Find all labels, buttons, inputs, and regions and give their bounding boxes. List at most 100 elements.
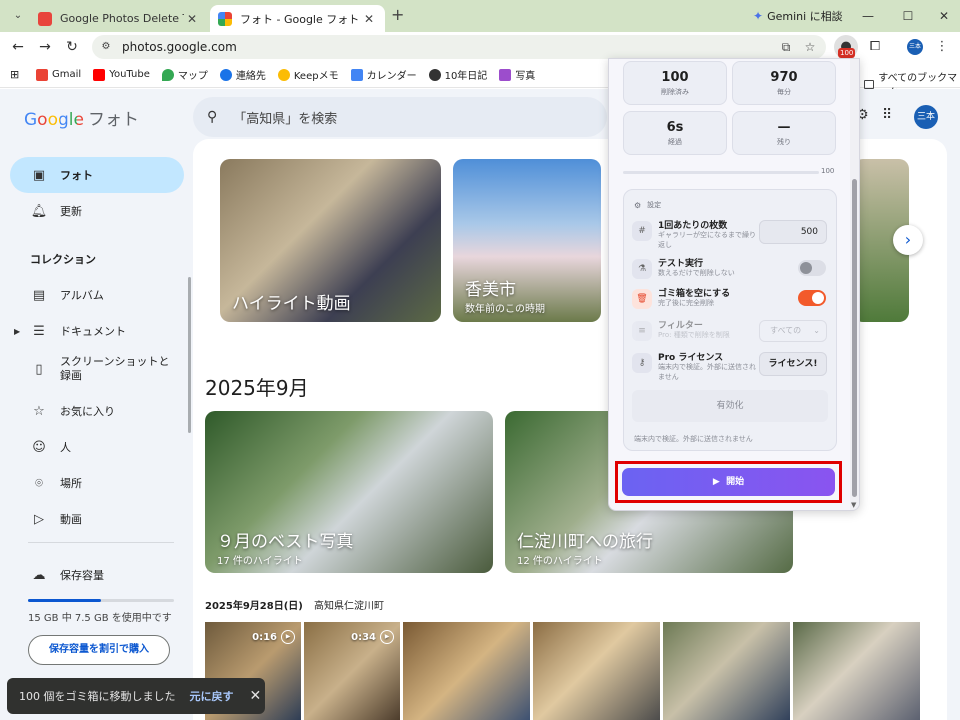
tab-title: フォト - Google フォト xyxy=(240,12,360,26)
new-tab-button[interactable]: + xyxy=(391,7,407,23)
close-icon[interactable]: ✕ xyxy=(250,688,262,704)
bookmark-photos[interactable]: 写真 xyxy=(499,67,535,82)
setting-empty-trash: 🗑︎ ゴミ箱を空にする 完了後に完全削除 xyxy=(632,286,832,320)
maximize-icon[interactable]: ☐ xyxy=(898,6,918,26)
hash-icon: # xyxy=(632,221,652,241)
photo-thumbnail[interactable] xyxy=(403,622,530,720)
carousel-next-arrow-icon[interactable]: › xyxy=(893,225,923,255)
url-text[interactable]: photos.google.com xyxy=(122,40,237,54)
tab-delete-tool[interactable]: Google Photos Delete Tool - Ch ✕ xyxy=(30,5,208,32)
sidebar-item-storage[interactable]: ☁ 保存容量 xyxy=(10,557,184,593)
folder-icon xyxy=(864,79,875,89)
browser-menu-icon[interactable]: ⋮ xyxy=(930,35,954,59)
sidebar-item-videos[interactable]: ▷ 動画 xyxy=(10,501,184,537)
stat-value: 100 xyxy=(661,70,689,85)
photo-thumbnail[interactable] xyxy=(663,622,790,720)
tab-close-icon[interactable]: ✕ xyxy=(184,12,200,26)
trash-icon: 🗑︎ xyxy=(632,289,652,309)
sidebar-label: お気に入り xyxy=(60,405,115,418)
filter-select-value: すべての xyxy=(770,326,802,335)
stat-label: 残り xyxy=(777,138,791,146)
scroll-down-arrow-icon[interactable]: ▼ xyxy=(851,501,856,509)
sidebar-item-favorites[interactable]: ☆ お気に入り xyxy=(10,393,184,429)
bookmark-contacts[interactable]: 連絡先 xyxy=(219,67,266,82)
sidebar-label: 更新 xyxy=(60,205,82,218)
extension-badge: 100 xyxy=(838,48,856,58)
filter-select[interactable]: すべての ⌄ xyxy=(759,320,827,342)
memory-card-label: 仁淀川町への旅行 12 件のハイライト xyxy=(517,527,653,567)
sidebar-item-updates[interactable]: 🔔︎ 更新 xyxy=(10,193,184,229)
buy-storage-button[interactable]: 保存容量を割引で購入 xyxy=(28,635,170,665)
popup-scrollbar-thumb[interactable] xyxy=(852,179,857,497)
photo-thumbnail[interactable] xyxy=(533,622,660,720)
bookmark-keep[interactable]: Keepメモ xyxy=(277,67,339,82)
search-placeholder[interactable]: 「高知県」を検索 xyxy=(233,108,337,127)
memory-card-best[interactable]: ９月のベスト写真 17 件のハイライト xyxy=(205,411,493,573)
date-text: 2025年9月28日(日) xyxy=(205,601,303,612)
bookmark-star-icon[interactable]: ☆ xyxy=(802,39,818,55)
extensions-menu-icon[interactable]: ⧠ xyxy=(863,35,887,59)
reload-icon[interactable]: ↻ xyxy=(61,36,83,58)
toggle-knob xyxy=(812,292,824,304)
expand-arrow-icon[interactable]: ▶ xyxy=(14,327,20,336)
sidebar-item-places[interactable]: ⌾ 場所 xyxy=(10,465,184,501)
tab-search-icon[interactable]: ⌄ xyxy=(8,6,28,26)
profile-avatar[interactable]: 三本 xyxy=(907,39,923,55)
back-arrow-icon[interactable]: ← xyxy=(7,36,29,58)
settings-heading-text: 設定 xyxy=(647,201,662,209)
bookmark-youtube[interactable]: YouTube xyxy=(93,68,150,81)
undo-button[interactable]: 元に戻す xyxy=(190,688,234,704)
bookmark-maps[interactable]: マップ xyxy=(161,67,208,82)
photo-thumbnail[interactable]: 0:34 ▶ xyxy=(304,622,400,720)
batch-size-input[interactable]: 500 xyxy=(759,220,827,244)
memory-card-kami[interactable]: 香美市 数年前のこの時期 xyxy=(453,159,601,322)
setting-dry-run: ⚗ テスト実行 数えるだけで削除しない xyxy=(632,256,832,290)
close-window-icon[interactable]: ✕ xyxy=(934,6,954,26)
bookmark-label: カレンダー xyxy=(366,71,417,82)
apps-grid-icon[interactable]: ⠿ xyxy=(882,107,892,123)
face-icon: ☺ xyxy=(32,439,46,455)
gear-icon: ⚙ xyxy=(634,200,642,210)
start-button[interactable]: ▶ 開始 xyxy=(622,468,835,496)
sidebar-scrollbar[interactable] xyxy=(188,277,191,433)
sidebar-item-documents[interactable]: ▶ ☰ ドキュメント xyxy=(10,313,184,349)
tab-google-photos[interactable]: フォト - Google フォト ✕ xyxy=(210,5,385,32)
site-info-icon[interactable]: ⚙ xyxy=(98,39,114,55)
card-title: 香美市 xyxy=(465,280,516,300)
photo-thumbnail[interactable] xyxy=(793,622,920,720)
sidebar-item-albums[interactable]: ▤ アルバム xyxy=(10,277,184,313)
sidebar-label: 場所 xyxy=(60,477,82,490)
install-app-icon[interactable]: ⧉ xyxy=(778,39,794,55)
stat-label: 経過 xyxy=(668,138,682,146)
license-input[interactable]: ライセンス! xyxy=(759,352,827,376)
stat-per-minute: 970 毎分 xyxy=(732,61,836,105)
tab-close-icon[interactable]: ✕ xyxy=(361,12,377,26)
account-avatar[interactable]: 三本 xyxy=(914,105,938,129)
stat-deleted: 100 削除済み xyxy=(623,61,727,105)
play-icon: ▶ xyxy=(380,630,394,644)
search-icon[interactable]: ⚲ xyxy=(207,109,217,125)
forward-arrow-icon[interactable]: → xyxy=(34,36,56,58)
address-bar[interactable]: ⚙ photos.google.com ⧉ ☆ xyxy=(92,35,826,59)
search-bar[interactable]: ⚲ 「高知県」を検索 xyxy=(193,97,607,137)
apps-grid-icon[interactable]: ⊞ xyxy=(10,68,22,81)
activate-button[interactable]: 有効化 xyxy=(632,390,828,422)
setting-subtitle: ギャラリーが空になるまで繰り返し xyxy=(658,231,756,249)
bookmark-diary[interactable]: 10年日記 xyxy=(428,67,487,82)
bookmark-gmail[interactable]: Gmail xyxy=(36,68,81,81)
sidebar-item-people[interactable]: ☺ 人 xyxy=(10,429,184,465)
empty-trash-toggle[interactable] xyxy=(798,290,826,306)
sidebar-item-photos[interactable]: ▣ フォト xyxy=(10,157,184,193)
gemini-button[interactable]: ✦ Gemini に相談 xyxy=(753,6,843,26)
phone-screenshot-icon: ▯ xyxy=(35,361,43,377)
minimize-icon[interactable]: — xyxy=(858,6,878,26)
bookmark-calendar[interactable]: カレンダー xyxy=(350,67,417,82)
sidebar: ▣ フォト 🔔︎ 更新 コレクション ▤ アルバム ▶ ☰ ドキュメント ▯ スクリーンショ… xyxy=(0,147,194,720)
sidebar-label: ドキュメント xyxy=(60,325,126,338)
google-photos-logo[interactable]: Google フォト xyxy=(24,105,139,130)
start-label: 開始 xyxy=(726,477,745,487)
highlight-video-card[interactable]: ハイライト動画 xyxy=(220,159,441,322)
logo-google-word: Google xyxy=(24,110,84,130)
sidebar-item-screenshots[interactable]: ▯ スクリーンショットと録画 xyxy=(10,349,184,389)
dry-run-toggle[interactable] xyxy=(798,260,826,276)
